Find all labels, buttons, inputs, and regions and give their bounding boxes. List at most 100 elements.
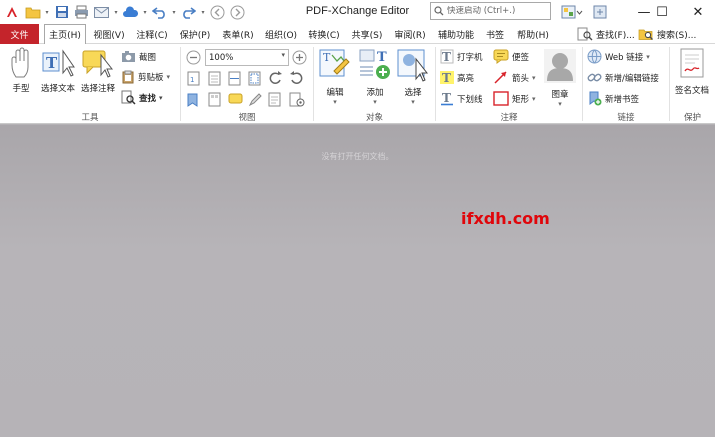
tab-review[interactable]: 审阅(R) [390,24,430,44]
search-button[interactable]: 搜索(S)... [638,24,696,44]
zoom-out-button[interactable] [186,49,201,66]
quick-launch-input[interactable] [447,6,547,16]
tab-form[interactable]: 表单(R) [218,24,258,44]
svg-text:T: T [442,71,451,85]
page-view-button[interactable] [268,91,281,108]
web-links-button[interactable]: Web 链接 ▾ [587,48,650,65]
find-label: 查找(F)... [596,30,635,41]
edit-objects-icon: T [319,49,350,77]
fit-visible-button[interactable] [248,70,261,87]
chevron-down-icon: ▾ [532,73,536,82]
no-document-message: 没有打开任何文档。 [321,152,394,161]
group-label-tools: 工具 [81,113,99,123]
rotate-left-icon [269,71,282,84]
page-settings-button[interactable] [289,91,305,108]
svg-text:T: T [442,50,451,64]
new-edit-link-label: 新增/编辑链接 [605,73,659,84]
add-objects-button[interactable]: T 添加 ▾ [356,47,394,106]
highlight-button[interactable]: T 高亮 [440,69,474,86]
tab-help[interactable]: 帮助(H) [512,24,554,44]
tab-protect[interactable]: 保护(P) [175,24,215,44]
select-objects-button[interactable]: 选择 ▾ [394,47,432,106]
typewriter-label: 打字机 [457,52,483,63]
stamp-button[interactable]: 图章 ▾ [540,47,580,108]
highlight-icon: T [440,70,454,85]
svg-text:T: T [442,91,451,105]
edit-objects-button[interactable]: T 编辑 ▾ [316,47,354,106]
group-separator [313,47,314,121]
find-button[interactable]: 查找(F)... [577,24,635,44]
chevron-down-icon: ▾ [166,72,171,81]
select-text-button[interactable]: T 选择文本 [38,47,78,94]
tab-share[interactable]: 共享(S) [347,24,387,44]
close-button[interactable]: ✕ [681,0,715,24]
rectangle-dropdown[interactable]: ▾ [532,90,536,107]
globe-icon [587,49,602,64]
group-label-objects: 对象 [365,113,383,123]
fit-width-icon [228,71,241,86]
chevron-down-icon: ▾ [333,98,337,106]
select-comment-icon [82,50,114,78]
tab-comment[interactable]: 注释(C) [132,24,172,44]
edit-label: 编辑 [326,88,344,98]
select-comment-button[interactable]: 选择注释 [78,47,118,94]
sticky-note-label: 便签 [512,52,530,63]
hand-label: 手型 [12,84,30,94]
clipboard-button[interactable]: 剪贴板 ▾ [121,68,170,85]
fit-page-icon [208,71,221,86]
underline-button[interactable]: T 下划线 [440,90,483,107]
typewriter-button[interactable]: T 打字机 [440,48,483,65]
zoom-out-icon [186,50,201,65]
chevron-down-icon: ▾ [646,52,650,61]
menu-bar: 文件 主页(H) 视图(V) 注释(C) 保护(P) 表单(R) 组织(O) 转… [0,24,715,44]
select-text-icon: T [42,49,75,77]
comments-panel-button[interactable] [228,91,243,108]
snapshot-button[interactable]: 截图 [121,48,156,65]
file-menu-button[interactable]: 文件 [0,24,39,44]
add-objects-icon: T [359,49,390,79]
search-icon [434,6,444,16]
new-edit-link-button[interactable]: 新增/编辑链接 [587,69,659,86]
tab-bookmarks[interactable]: 书签 [482,24,508,44]
quick-launch-search[interactable] [430,2,551,20]
sticky-note-button[interactable]: 便签 [493,48,529,65]
arrow-button[interactable]: 箭头 [493,69,529,86]
fit-page-button[interactable] [208,70,221,87]
sign-document-button[interactable]: 签名文档 [671,47,713,96]
underline-label: 下划线 [457,94,483,105]
actual-size-button[interactable]: 1 [187,70,200,87]
signatures-panel-button[interactable] [248,91,263,108]
sticky-note-icon [493,49,509,64]
arrow-dropdown[interactable]: ▾ [532,69,536,86]
search-label: 搜索(S)... [657,30,697,41]
rectangle-button[interactable]: 矩形 [493,90,529,107]
ui-options-button[interactable] [557,2,587,22]
page-icon [268,92,281,107]
clipboard-label: 剪贴板 [138,72,164,83]
fullscreen-button[interactable] [591,2,609,22]
rotate-left-button[interactable] [268,70,283,87]
tab-accessibility[interactable]: 辅助功能 [434,24,478,44]
typewriter-icon: T [440,49,454,64]
zoom-value: 100% [209,52,234,63]
stamp-icon [544,49,576,83]
find-tool-button[interactable]: 查找 ▾ [121,89,163,106]
document-workspace[interactable] [0,125,715,437]
tab-view[interactable]: 视图(V) [89,24,129,44]
chevron-down-icon: ▾ [281,51,285,59]
new-bookmark-button[interactable]: 新增书签 [587,90,639,107]
zoom-select[interactable]: 100% ▾ [205,49,289,66]
zoom-in-button[interactable] [292,49,307,66]
rotate-right-button[interactable] [289,70,304,87]
fit-width-button[interactable] [228,70,241,87]
tab-convert[interactable]: 转换(C) [304,24,344,44]
thumbnails-button[interactable] [208,91,221,108]
tab-organize[interactable]: 组织(O) [261,24,301,44]
bookmark-view-button[interactable] [187,91,198,108]
tab-home[interactable]: 主页(H) [44,24,86,44]
maximize-button[interactable]: ☐ [645,0,679,24]
camera-icon [121,50,136,63]
sign-document-icon [680,48,704,78]
highlight-label: 高亮 [457,73,475,84]
hand-tool-button[interactable]: 手型 [6,47,36,94]
